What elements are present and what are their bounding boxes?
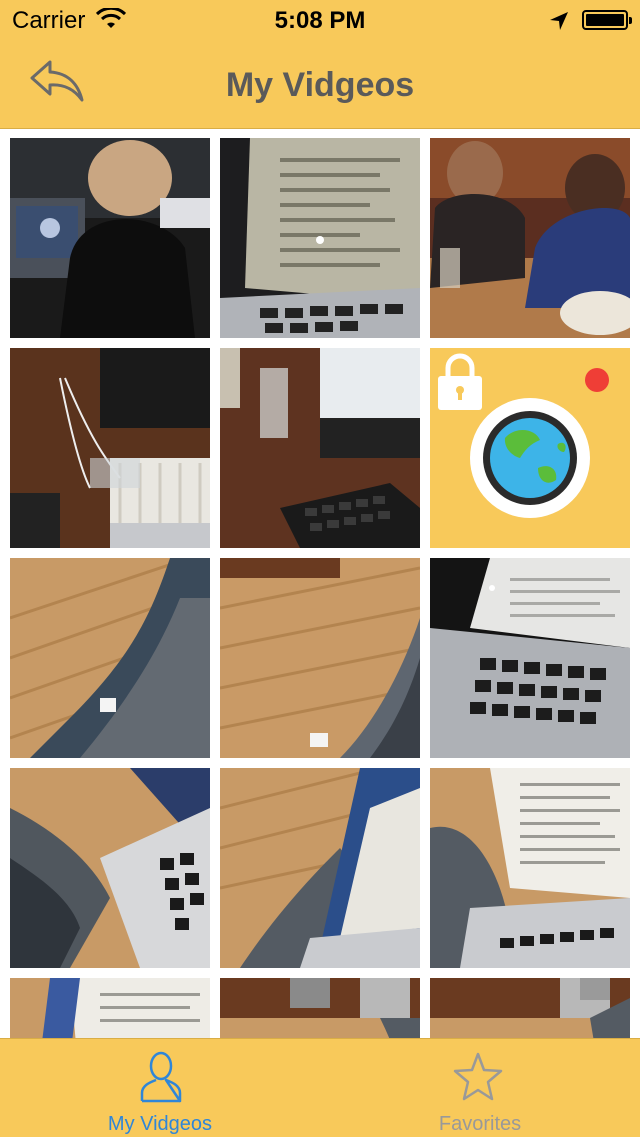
video-thumbnail[interactable] [430, 138, 630, 338]
video-thumbnail[interactable] [430, 768, 630, 968]
tab-favorites[interactable]: Favorites [320, 1039, 640, 1137]
video-thumbnail[interactable] [220, 768, 420, 968]
globe-icon [470, 398, 590, 518]
person-icon [140, 1051, 182, 1103]
battery-icon [582, 10, 632, 30]
app-promo-thumbnail[interactable] [430, 348, 630, 548]
status-bar: Carrier 5:08 PM [0, 0, 640, 40]
video-thumbnail[interactable] [10, 558, 210, 758]
video-thumbnail[interactable] [430, 978, 630, 1038]
video-thumbnail[interactable] [10, 348, 210, 548]
video-thumbnail[interactable] [10, 978, 210, 1038]
video-thumbnail[interactable] [220, 558, 420, 758]
tab-bar: My Vidgeos Favorites [0, 1038, 640, 1137]
video-thumbnail[interactable] [430, 558, 630, 758]
video-thumbnail[interactable] [220, 348, 420, 548]
navigation-bar: Carrier 5:08 PM My Vidgeos [0, 0, 640, 129]
clock: 5:08 PM [274, 7, 366, 34]
video-thumbnail[interactable] [220, 978, 420, 1038]
tab-label: Favorites [438, 1113, 522, 1135]
tab-label: My Vidgeos [107, 1113, 213, 1135]
star-icon [453, 1052, 503, 1101]
video-thumbnail[interactable] [10, 768, 210, 968]
video-thumbnail[interactable] [10, 138, 210, 338]
page-title: My Vidgeos [225, 66, 415, 104]
tab-my-vidgeos[interactable]: My Vidgeos [0, 1039, 320, 1137]
video-grid [0, 128, 640, 1038]
location-arrow-icon [550, 12, 568, 30]
video-thumbnail[interactable] [220, 138, 420, 338]
